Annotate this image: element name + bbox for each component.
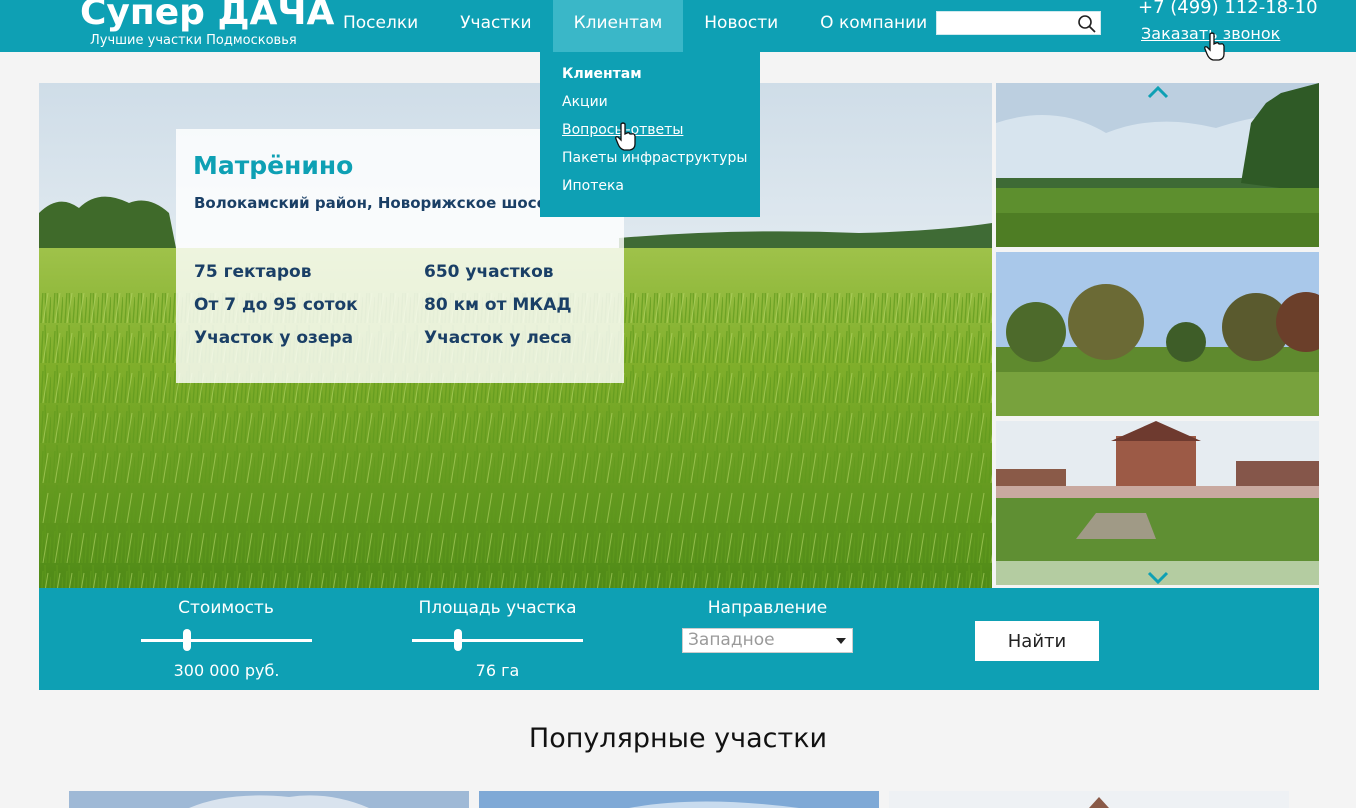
fact-item: 75 гектаров: [194, 262, 312, 282]
nav-item-poselki[interactable]: Поселки: [322, 0, 439, 52]
price-label: Стоимость: [178, 598, 274, 618]
logo-title[interactable]: Супер ДАЧА: [80, 0, 334, 33]
search-icon[interactable]: [1077, 14, 1097, 34]
hand-cursor-icon: [615, 122, 636, 151]
dropdown-heading: Клиентам: [562, 66, 642, 82]
thumbnail-orchard[interactable]: [996, 252, 1319, 416]
chevron-down-icon[interactable]: [1146, 571, 1170, 585]
fact-item: Участок у озера: [194, 328, 354, 348]
fact-item: От 7 до 95 соток: [194, 295, 358, 315]
clients-dropdown-menu: Клиентам Акции Вопросы-ответы Пакеты инф…: [540, 52, 760, 217]
dropdown-item-mortgage[interactable]: Ипотека: [562, 177, 738, 205]
popular-card[interactable]: [889, 791, 1289, 808]
area-slider-handle[interactable]: [454, 629, 463, 651]
direction-select[interactable]: Западное: [682, 628, 853, 653]
thumbnail-gallery: [996, 83, 1319, 588]
area-slider-track[interactable]: [412, 639, 583, 642]
logo-subtitle: Лучшие участки Подмосковья: [90, 33, 297, 48]
area-value: 76 га: [475, 661, 520, 680]
direction-selected-value: Западное: [688, 630, 775, 650]
popular-card[interactable]: [479, 791, 879, 808]
area-label: Площадь участка: [418, 598, 577, 618]
village-location: Волокамский район, Новорижское шоссе: [194, 194, 556, 212]
thumbnail-house[interactable]: [996, 421, 1319, 585]
header: Супер ДАЧА Лучшие участки Подмосковья По…: [0, 0, 1356, 52]
fact-item: 80 км от МКАД: [424, 295, 572, 315]
nav-item-clients[interactable]: Клиентам: [552, 0, 684, 52]
direction-label: Направление: [707, 598, 828, 618]
dropdown-item-infrastructure[interactable]: Пакеты инфраструктуры: [562, 149, 747, 177]
search-box: [936, 11, 1101, 35]
nav-item-news[interactable]: Новости: [683, 0, 799, 52]
main-nav: Поселки Участки Клиентам Новости О компа…: [322, 0, 948, 52]
village-title[interactable]: Матрёнино: [193, 151, 353, 180]
price-slider-handle[interactable]: [183, 629, 192, 651]
phone-number: +7 (499) 112-18-10: [1138, 0, 1318, 18]
price-slider-track[interactable]: [141, 639, 312, 642]
chevron-down-icon: [836, 638, 846, 644]
fact-item: Участок у леса: [424, 328, 572, 348]
find-button[interactable]: Найти: [975, 621, 1099, 661]
chevron-up-icon[interactable]: [1146, 85, 1170, 99]
hand-cursor-icon: [1204, 32, 1225, 61]
search-filter-bar: Стоимость 300 000 руб. Площадь участка 7…: [39, 588, 1319, 690]
popular-section-title: Популярные участки: [528, 723, 828, 754]
nav-item-about[interactable]: О компании: [799, 0, 948, 52]
fact-item: 650 участков: [424, 262, 554, 282]
nav-item-uchastki[interactable]: Участки: [439, 0, 552, 52]
dropdown-item-promo[interactable]: Акции: [562, 93, 738, 121]
price-value: 300 000 руб.: [173, 661, 280, 680]
popular-card[interactable]: [69, 791, 469, 808]
search-input[interactable]: [937, 12, 1073, 34]
dropdown-item-faq[interactable]: Вопросы-ответы: [562, 121, 738, 149]
thumbnail-field[interactable]: [996, 83, 1319, 247]
